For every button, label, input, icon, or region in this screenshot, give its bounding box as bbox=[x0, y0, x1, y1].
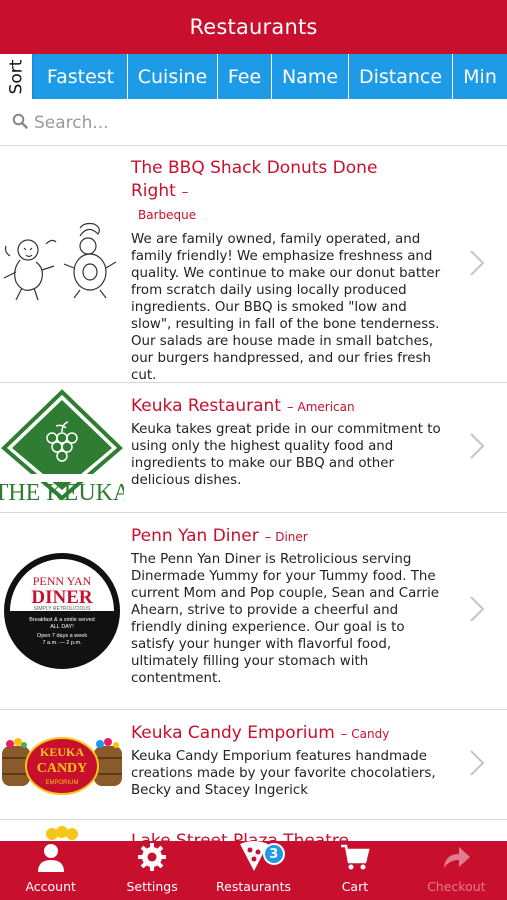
chevron-right-icon bbox=[469, 249, 485, 281]
restaurant-list-item[interactable]: PENN YAN DINER SIMPLY RETROLICIOUS Break… bbox=[0, 513, 507, 710]
search-bar bbox=[0, 100, 507, 146]
search-input[interactable] bbox=[34, 112, 494, 133]
tab-account[interactable]: Account bbox=[0, 841, 101, 900]
tab-restaurants[interactable]: 3 Restaurants bbox=[203, 841, 304, 900]
restaurant-cuisine: American bbox=[297, 400, 355, 414]
tab-settings[interactable]: Settings bbox=[101, 841, 202, 900]
svg-text:EMPORIUM: EMPORIUM bbox=[46, 780, 79, 786]
restaurant-name: Penn Yan Diner bbox=[131, 526, 259, 546]
svg-text:CANDY: CANDY bbox=[37, 761, 88, 776]
restaurant-list-item[interactable]: KEUKA CANDY EMPORIUM Keuka Candy Emporiu… bbox=[0, 710, 507, 820]
bottom-tab-bar: Account Settings 3 Restaurants Cart Chec… bbox=[0, 841, 507, 900]
keuka-candy-logo: KEUKA CANDY EMPORIUM bbox=[0, 710, 124, 819]
checkout-arrow-icon bbox=[441, 842, 471, 879]
restaurant-name: The BBQ Shack Donuts Done Right bbox=[131, 158, 378, 201]
person-icon bbox=[36, 842, 66, 879]
tab-checkout[interactable]: Checkout bbox=[406, 841, 507, 900]
sort-name-button[interactable]: Name bbox=[272, 54, 349, 99]
svg-text:PENN YAN: PENN YAN bbox=[33, 574, 92, 588]
chevron-right-icon bbox=[469, 432, 485, 464]
svg-text:Open 7 days a week: Open 7 days a week bbox=[37, 633, 87, 639]
search-icon bbox=[12, 113, 28, 133]
restaurant-list-item[interactable]: The BBQ Shack Donuts Done Right – Barbequ… bbox=[0, 147, 507, 383]
restaurant-list-item[interactable]: THE KEUKA Keuka Restaurant – American Keuk… bbox=[0, 383, 507, 513]
app-header: Restaurants bbox=[0, 0, 507, 54]
keuka-restaurant-logo: THE KEUKA bbox=[0, 383, 124, 512]
restaurant-description: Keuka Candy Emporium features handmade c… bbox=[131, 748, 436, 798]
svg-text:7 a.m. — 2 p.m.: 7 a.m. — 2 p.m. bbox=[42, 640, 82, 646]
sort-min-button[interactable]: Min bbox=[453, 54, 507, 99]
svg-text:Breakfast & a smile served: Breakfast & a smile served bbox=[29, 617, 94, 623]
restaurant-list: The BBQ Shack Donuts Done Right – Barbequ… bbox=[0, 147, 507, 841]
sort-cuisine-button[interactable]: Cuisine bbox=[128, 54, 218, 99]
chevron-right-icon bbox=[469, 749, 485, 781]
bbq-shack-logo bbox=[0, 147, 124, 382]
sort-label: Sort bbox=[0, 54, 34, 99]
restaurant-description: Keuka takes great pride in our commitmen… bbox=[131, 421, 441, 488]
svg-text:KEUKA: KEUKA bbox=[40, 745, 84, 759]
svg-text:SIMPLY RETROLICIOUS: SIMPLY RETROLICIOUS bbox=[34, 606, 91, 612]
restaurant-description: The Penn Yan Diner is Retrolicious servi… bbox=[131, 551, 440, 686]
cart-icon bbox=[340, 842, 370, 879]
restaurant-cuisine: Diner bbox=[275, 530, 308, 544]
restaurant-cuisine: Candy bbox=[351, 727, 390, 741]
penn-yan-diner-logo: PENN YAN DINER SIMPLY RETROLICIOUS Break… bbox=[0, 513, 124, 709]
restaurant-name: Keuka Candy Emporium bbox=[131, 723, 335, 743]
page-title: Restaurants bbox=[189, 15, 318, 39]
sort-fee-button[interactable]: Fee bbox=[218, 54, 272, 99]
theatre-logo bbox=[0, 820, 124, 841]
cart-count-badge: 3 bbox=[262, 843, 285, 865]
restaurant-name: Keuka Restaurant bbox=[131, 396, 281, 416]
keuka-logo-text: THE KEUKA bbox=[0, 480, 124, 506]
restaurant-list-item[interactable]: Lake Street Plaza Theatre bbox=[0, 820, 507, 841]
tab-cart[interactable]: Cart bbox=[304, 841, 405, 900]
sort-fastest-button[interactable]: Fastest bbox=[34, 54, 128, 99]
chevron-right-icon bbox=[469, 595, 485, 627]
sort-distance-button[interactable]: Distance bbox=[349, 54, 453, 99]
svg-text:ALL DAY!: ALL DAY! bbox=[50, 624, 74, 630]
gear-icon bbox=[137, 842, 167, 879]
restaurant-cuisine: Barbeque bbox=[138, 207, 197, 222]
sort-bar: Sort Fastest Cuisine Fee Name Distance M… bbox=[0, 54, 507, 99]
svg-text:DINER: DINER bbox=[31, 587, 93, 608]
restaurant-description: We are family owned, family operated, an… bbox=[131, 232, 441, 384]
